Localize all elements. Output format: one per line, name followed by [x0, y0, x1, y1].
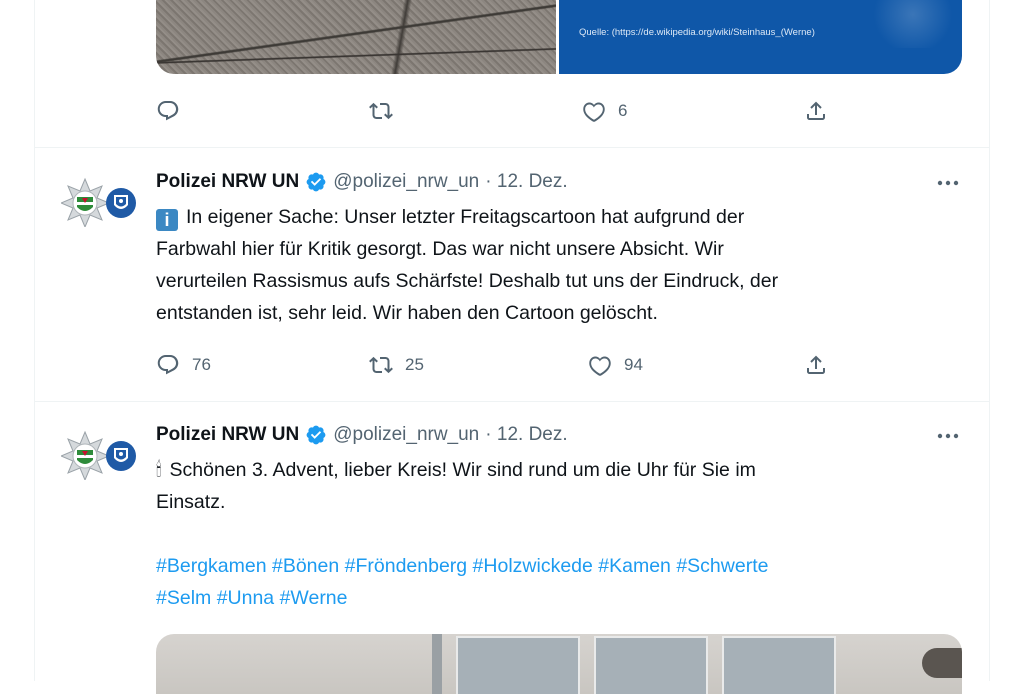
info-emoji: i: [156, 209, 178, 231]
tweet-date[interactable]: · 12. Dez.: [485, 171, 567, 193]
media-pillar: [432, 634, 442, 694]
verified-badge-icon: [306, 172, 326, 192]
share-icon: [807, 355, 825, 374]
tweet-text-span: In eigener Sache: Unser letzter Freitags…: [186, 206, 745, 228]
hashtag-line[interactable]: #Bergkamen #Bönen #Fröndenberg #Holzwick…: [156, 550, 936, 582]
heart-icon: [583, 102, 605, 122]
retweet-button[interactable]: [369, 99, 393, 123]
tweet-actions: 76 25 94: [156, 353, 836, 377]
tweet-date[interactable]: · 12. Dez.: [485, 424, 567, 446]
retweet-button[interactable]: 25: [369, 353, 424, 377]
author-name[interactable]: Polizei NRW UN: [156, 171, 299, 193]
tweet-header: Polizei NRW UN @polizei_nrw_un · 12. Dez…: [156, 424, 568, 446]
more-options-icon[interactable]: [935, 426, 961, 446]
reply-icon: [157, 101, 179, 121]
share-button[interactable]: [804, 99, 828, 123]
reply-count: 76: [192, 355, 211, 374]
hashtag-line[interactable]: #Selm #Unna #Werne: [156, 582, 936, 614]
coat-of-arms-watermark: [868, 0, 958, 48]
tweet[interactable]: Polizei NRW UN @polizei_nrw_un · 12. Dez…: [35, 171, 989, 401]
heart-icon: [589, 356, 611, 376]
timeline-column: Quelle: (https://de.wikipedia.org/wiki/S…: [34, 0, 990, 694]
media-image-info-card[interactable]: Quelle: (https://de.wikipedia.org/wiki/S…: [559, 0, 962, 74]
media-object: [922, 648, 962, 678]
tweet-text-span: Schönen 3. Advent, lieber Kreis! Wir sin…: [169, 459, 756, 481]
more-options-icon[interactable]: [935, 173, 961, 193]
tweet-text-line: verurteilen Rassismus aufs Schärfste! De…: [156, 270, 779, 292]
like-count: 94: [624, 355, 643, 374]
share-icon: [807, 101, 825, 120]
author-handle[interactable]: @polizei_nrw_un: [333, 171, 479, 193]
like-button[interactable]: 94: [588, 353, 643, 377]
tweet-text-line: 🕯 Schönen 3. Advent, lieber Kreis! Wir si…: [156, 454, 936, 486]
retweet-icon: [369, 102, 393, 120]
tweet-media-bottom[interactable]: [156, 634, 962, 694]
share-button[interactable]: [804, 353, 828, 377]
media-image-pavement[interactable]: [156, 0, 556, 74]
tweet-actions-top: 6: [156, 99, 836, 123]
tweet-text: i In eigener Sache: Unser letzter Freitag…: [156, 201, 936, 329]
media-window: [722, 636, 836, 694]
verified-badge-icon: [306, 425, 326, 445]
reply-button[interactable]: 76: [156, 353, 211, 377]
avatar[interactable]: [61, 177, 137, 227]
tweet-divider: [35, 147, 989, 148]
retweet-count: 25: [405, 355, 424, 374]
avatar[interactable]: [61, 430, 137, 480]
author-handle[interactable]: @polizei_nrw_un: [333, 424, 479, 446]
media-window: [456, 636, 580, 694]
like-button[interactable]: 6: [582, 99, 627, 123]
like-count: 6: [618, 101, 628, 120]
retweet-icon: [369, 356, 393, 374]
reply-button[interactable]: [156, 99, 180, 123]
tweet-text-line: Farbwahl hier für Kritik gesorgt. Das wa…: [156, 238, 724, 260]
tweet-text-line: entstanden ist, sehr leid. Wir haben den…: [156, 302, 658, 324]
author-name[interactable]: Polizei NRW UN: [156, 424, 299, 446]
tweet-media-top[interactable]: Quelle: (https://de.wikipedia.org/wiki/S…: [156, 0, 962, 74]
tweet-header: Polizei NRW UN @polizei_nrw_un · 12. Dez…: [156, 171, 568, 193]
tweet-text-line: i In eigener Sache: Unser letzter Freitag…: [156, 201, 936, 233]
tweet-text-line: Einsatz.: [156, 491, 226, 513]
candle-emoji: 🕯: [156, 459, 162, 481]
tweet-divider: [35, 401, 989, 402]
reply-icon: [157, 355, 179, 375]
media-window: [594, 636, 708, 694]
media-caption: Quelle: (https://de.wikipedia.org/wiki/S…: [579, 27, 815, 38]
tweet-text: 🕯 Schönen 3. Advent, lieber Kreis! Wir si…: [156, 454, 936, 614]
